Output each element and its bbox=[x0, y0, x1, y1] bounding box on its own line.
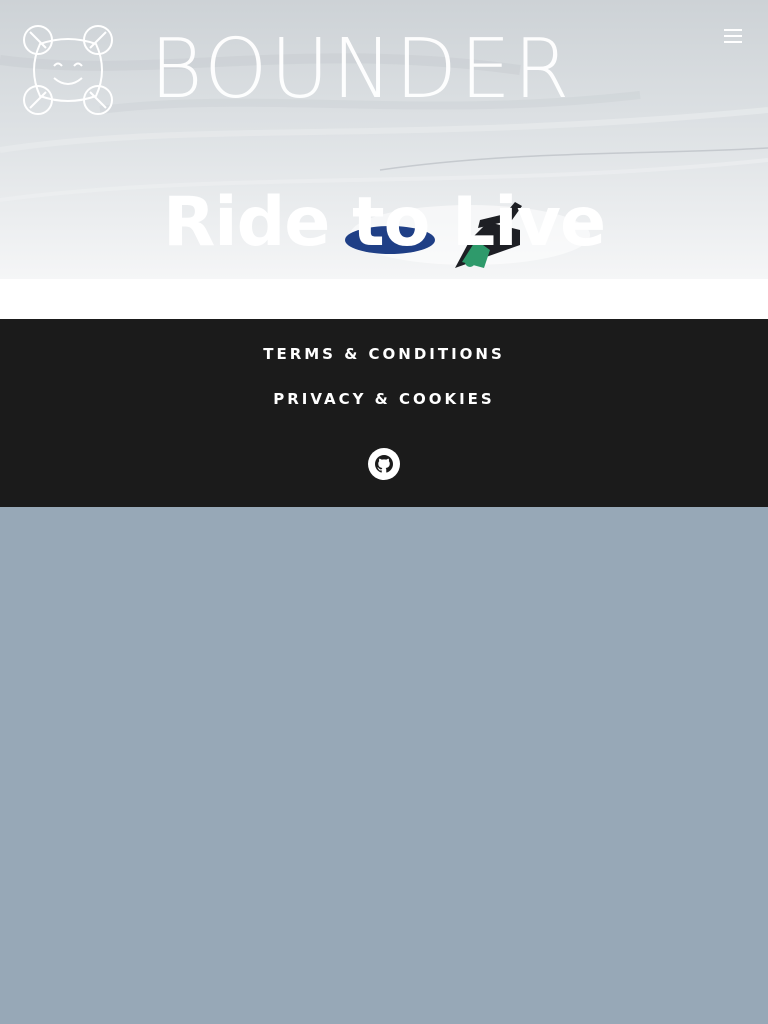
page-background bbox=[0, 507, 768, 1024]
menu-bar bbox=[724, 41, 742, 43]
hero-banner: BOUNDER Ride to Live bbox=[0, 0, 768, 279]
hero-title: Ride to Live bbox=[162, 183, 606, 262]
site-footer: TERMS & CONDITIONS PRIVACY & COOKIES bbox=[0, 319, 768, 507]
brand-logo[interactable]: BOUNDER bbox=[20, 22, 581, 118]
smiley-face-logo-icon bbox=[23, 25, 113, 115]
menu-bar bbox=[724, 35, 742, 37]
content-spacer bbox=[0, 279, 768, 319]
github-icon bbox=[375, 455, 393, 473]
terms-conditions-link[interactable]: TERMS & CONDITIONS bbox=[0, 345, 768, 363]
privacy-cookies-link[interactable]: PRIVACY & COOKIES bbox=[0, 390, 768, 408]
menu-bar bbox=[724, 29, 742, 31]
hamburger-menu-icon[interactable] bbox=[722, 27, 744, 45]
brand-name: BOUNDER bbox=[150, 22, 573, 117]
github-button[interactable] bbox=[368, 448, 400, 480]
